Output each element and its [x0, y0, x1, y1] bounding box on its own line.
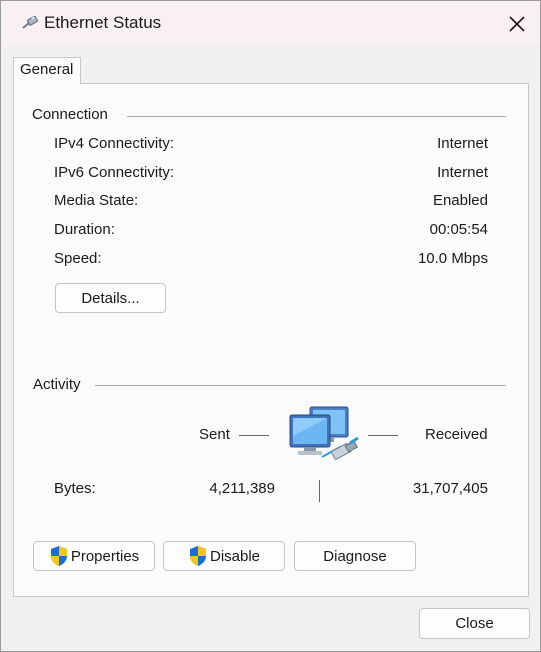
sent-label: Sent [199, 426, 230, 443]
general-tab-panel: Connection IPv4 Connectivity: Internet I… [13, 83, 529, 597]
bytes-label: Bytes: [54, 480, 96, 497]
tab-general[interactable]: General [13, 57, 81, 84]
duration-value: 00:05:54 [429, 221, 488, 238]
received-label: Received [425, 426, 488, 443]
duration-label: Duration: [54, 221, 115, 238]
ipv6-connectivity-label: IPv6 Connectivity: [54, 164, 175, 181]
sent-dash [239, 435, 269, 436]
ethernet-status-dialog: Ethernet Status General Connection IPv4 … [0, 0, 541, 652]
ethernet-cable-icon [22, 15, 38, 29]
connection-group-divider [127, 116, 506, 117]
close-button[interactable]: Close [419, 608, 530, 639]
bytes-sent-value: 4,211,389 [209, 480, 275, 497]
properties-button-label: Properties [70, 547, 140, 565]
disable-button[interactable]: Disable [163, 541, 285, 571]
diagnose-button[interactable]: Diagnose [294, 541, 416, 571]
bytes-separator [319, 480, 320, 502]
title-bar[interactable]: Ethernet Status [1, 1, 540, 46]
activity-group-divider [95, 385, 506, 386]
ipv4-connectivity-label: IPv4 Connectivity: [54, 135, 175, 152]
network-computers-icon [289, 406, 359, 460]
connection-group-title: Connection [32, 106, 108, 123]
speed-value: 10.0 Mbps [417, 250, 488, 267]
media-state-label: Media State: [54, 192, 139, 209]
uac-shield-icon [50, 546, 67, 566]
bytes-received-value: 31,707,405 [412, 480, 488, 497]
disable-button-label: Disable [209, 547, 261, 565]
close-icon [509, 15, 525, 32]
ipv4-connectivity-value: Internet [437, 135, 488, 152]
speed-label: Speed: [54, 250, 102, 267]
window-title: Ethernet Status [44, 13, 162, 32]
received-dash [368, 435, 398, 436]
uac-shield-icon [189, 546, 206, 566]
tab-general-label: General [20, 61, 74, 78]
properties-button[interactable]: Properties [33, 541, 155, 571]
details-button[interactable]: Details... [55, 283, 166, 313]
media-state-value: Enabled [432, 192, 488, 209]
activity-group-title: Activity [33, 376, 81, 393]
ipv6-connectivity-value: Internet [437, 164, 488, 181]
title-close-button[interactable] [494, 1, 540, 46]
